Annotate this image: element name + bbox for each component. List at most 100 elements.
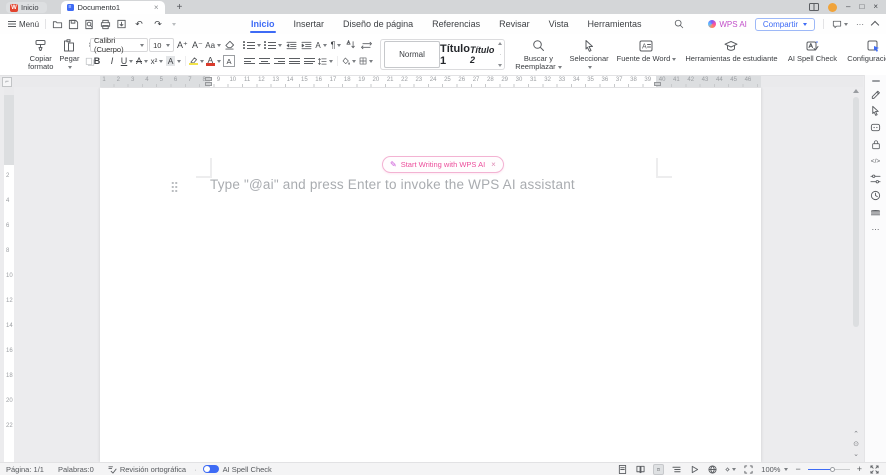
zoom-slider[interactable] — [808, 465, 850, 473]
char-scale-button[interactable]: A — [314, 39, 328, 52]
shrink-font-button[interactable]: A⁻ — [190, 39, 204, 52]
view-mode-print-layout-icon[interactable] — [653, 464, 664, 475]
ai-spell-check-button[interactable]: AI Spell Check — [783, 36, 841, 63]
view-mode-single-icon[interactable] — [617, 464, 628, 475]
align-justify-button[interactable] — [287, 55, 301, 68]
spell-check-status[interactable]: Revisión ortográfica — [108, 465, 186, 474]
tab-inicio[interactable]: Inicio — [250, 16, 276, 32]
collapse-ribbon-icon[interactable] — [871, 21, 879, 29]
previous-page-icon[interactable]: ⌃ — [853, 431, 859, 438]
clear-format-button[interactable] — [222, 39, 236, 52]
decrease-indent-button[interactable] — [284, 39, 298, 52]
open-file-button[interactable] — [52, 19, 63, 30]
font-size-select[interactable]: 10 — [149, 38, 174, 52]
font-color-button[interactable]: A — [206, 55, 221, 68]
ai-spell-check-toggle[interactable] — [203, 465, 219, 473]
page-indicator[interactable]: Página: 1/1 — [6, 465, 44, 474]
select-tool-icon[interactable] — [869, 105, 882, 116]
export-pdf-button[interactable] — [116, 19, 127, 30]
char-shading-button[interactable]: A — [165, 55, 182, 68]
tab-vista[interactable]: Vista — [548, 16, 570, 32]
view-settings-gear-icon[interactable] — [725, 464, 736, 475]
word-font-button[interactable]: A Fuente de Word — [613, 36, 679, 63]
wps-ai-button[interactable]: WPS AI — [708, 20, 747, 29]
pill-close-icon[interactable]: × — [491, 160, 496, 169]
main-menu-button[interactable]: Menú — [8, 20, 39, 29]
search-icon[interactable] — [674, 19, 684, 29]
styles-scroll[interactable]: · — [498, 42, 502, 67]
font-name-select[interactable]: Calibri (Cuerpo) — [90, 38, 148, 52]
redo-button[interactable]: ↷ — [151, 18, 165, 31]
zoom-level[interactable]: 100% — [761, 465, 788, 474]
numbering-button[interactable] — [263, 39, 283, 52]
more-styles-icon[interactable]: · — [499, 53, 501, 57]
view-mode-outline-icon[interactable] — [671, 464, 682, 475]
more-options-icon[interactable]: ··· — [856, 20, 864, 29]
horizontal-ruler[interactable]: ⌐ 12345678910111213141516171819202122232… — [0, 76, 863, 87]
home-tab[interactable]: W Inicio — [6, 2, 47, 13]
adjust-sliders-icon[interactable] — [869, 173, 882, 184]
align-center-button[interactable] — [257, 55, 271, 68]
distribute-button[interactable] — [302, 55, 316, 68]
bullets-button[interactable] — [242, 39, 262, 52]
print-preview-button[interactable] — [84, 19, 95, 30]
quick-edit-pen-icon[interactable] — [869, 88, 882, 99]
qat-dropdown-icon[interactable] — [172, 23, 176, 26]
superscript-button[interactable]: x² — [150, 55, 164, 68]
settings-button[interactable]: Configuración — [843, 36, 886, 63]
align-right-button[interactable] — [272, 55, 286, 68]
scrollbar-thumb[interactable] — [853, 97, 859, 327]
scroll-down-icon[interactable] — [498, 64, 502, 67]
document-page[interactable]: ✎ Start Writing with WPS AI × Type "@ai"… — [100, 88, 761, 462]
tab-referencias[interactable]: Referencias — [431, 16, 481, 32]
bold-button[interactable]: B — [90, 55, 104, 68]
word-count[interactable]: Palabras:0 — [58, 465, 94, 474]
right-indent-marker[interactable] — [654, 82, 661, 86]
comment-icon[interactable] — [832, 20, 848, 29]
line-spacing-button[interactable] — [317, 55, 334, 68]
tab-revisar[interactable]: Revisar — [498, 16, 531, 32]
close-button[interactable]: × — [873, 2, 878, 12]
change-case-button[interactable]: Aa — [205, 39, 221, 52]
student-tools-button[interactable]: Herramientas de estudiante — [681, 36, 781, 63]
vertical-scrollbar[interactable]: ⌃ ⊙ ⌄ — [850, 87, 862, 462]
sidebar-collapse-icon[interactable] — [872, 80, 880, 82]
tab-insertar[interactable]: Insertar — [293, 16, 326, 32]
show-marks-button[interactable]: ¶ — [329, 39, 343, 52]
copilot-icon[interactable] — [869, 122, 882, 133]
fullscreen-icon[interactable] — [869, 464, 880, 475]
new-tab-button[interactable]: + — [177, 3, 183, 13]
undo-button[interactable]: ↶ — [132, 18, 146, 31]
paste-button[interactable]: Pegar — [57, 36, 81, 71]
paragraph-drag-handle-icon[interactable] — [171, 181, 178, 192]
style-titulo-1[interactable]: Título 1 — [440, 42, 470, 67]
editor-placeholder-text[interactable]: Type "@ai" and press Enter to invoke the… — [210, 177, 575, 192]
zoom-in-button[interactable]: + — [857, 465, 862, 474]
fit-page-icon[interactable] — [743, 464, 754, 475]
resources-layers-icon[interactable] — [869, 207, 882, 218]
web-layout-icon[interactable] — [707, 464, 718, 475]
maximize-button[interactable]: □ — [859, 2, 864, 12]
share-button[interactable]: Compartir — [755, 18, 815, 31]
read-mode-play-icon[interactable] — [689, 464, 700, 475]
style-normal[interactable]: Normal — [384, 41, 440, 68]
grow-font-button[interactable]: A⁺ — [175, 39, 189, 52]
view-mode-book-icon[interactable] — [635, 464, 646, 475]
split-view-icon[interactable] — [809, 3, 819, 11]
align-left-button[interactable] — [242, 55, 256, 68]
code-fields-icon[interactable]: </> — [869, 156, 882, 167]
tab-close-icon[interactable]: × — [154, 4, 159, 12]
borders-button[interactable] — [358, 55, 374, 68]
browse-object-icon[interactable]: ⊙ — [853, 441, 859, 448]
history-clock-icon[interactable] — [869, 190, 882, 201]
highlight-color-button[interactable] — [189, 55, 204, 68]
find-replace-button[interactable]: Buscar y Reemplazar — [511, 36, 565, 71]
ai-writing-pill[interactable]: ✎ Start Writing with WPS AI × — [382, 156, 504, 173]
select-button[interactable]: Seleccionar — [567, 36, 610, 71]
next-page-icon[interactable]: ⌄ — [853, 451, 859, 458]
left-indent-marker[interactable] — [205, 82, 212, 86]
zoom-out-button[interactable]: − — [795, 465, 800, 474]
text-direction-button[interactable] — [359, 39, 373, 52]
print-button[interactable] — [100, 19, 111, 30]
sidebar-more-icon[interactable]: ⋯ — [869, 224, 882, 235]
